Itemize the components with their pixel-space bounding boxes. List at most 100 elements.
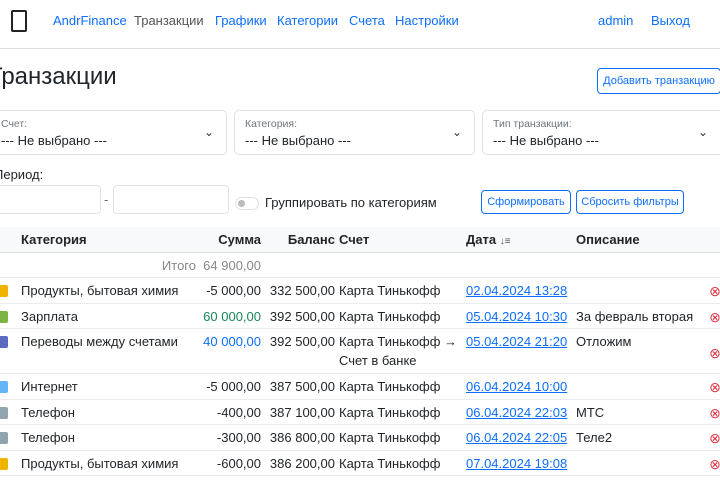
- nav-charts[interactable]: Графики: [215, 13, 267, 28]
- chevron-down-icon: ⌄: [697, 125, 708, 139]
- header-balance[interactable]: Баланс: [265, 227, 339, 253]
- cell-description: Теле2: [576, 424, 704, 451]
- cell-category: Телефон: [0, 424, 200, 451]
- delete-icon[interactable]: ⊗: [704, 303, 720, 329]
- date-link[interactable]: 06.04.2024 22:05: [466, 430, 567, 445]
- cell-account: Карта Тинькофф: [339, 399, 466, 425]
- cell-date: 05.04.2024 10:30: [466, 303, 576, 329]
- nav-user[interactable]: admin: [598, 13, 633, 28]
- group-toggle[interactable]: [235, 197, 259, 210]
- cell-sum: 40 000,00: [200, 328, 265, 374]
- page-title: Транзакции: [0, 63, 117, 90]
- date-link[interactable]: 06.04.2024 10:00: [466, 379, 567, 394]
- bread-icon: [0, 457, 8, 470]
- cell-category: Продукты, бытовая химия: [0, 277, 200, 304]
- cell-sum: -400,00: [200, 399, 265, 425]
- cell-date: 02.04.2024 13:28: [466, 277, 576, 304]
- cell-date: 06.04.2024 10:00: [466, 373, 576, 400]
- cell-category: Зарплата: [0, 303, 200, 329]
- delete-icon[interactable]: ⊗: [704, 424, 720, 451]
- period-label: Период:: [0, 167, 44, 182]
- cell-category: Телефон: [0, 399, 200, 425]
- type-select[interactable]: Тип транзакции: --- Не выбрано --- ⌄: [482, 110, 720, 155]
- header-date-label: Дата: [466, 231, 497, 247]
- sort-desc-icon: ↓≡: [499, 235, 511, 247]
- phone-icon: [0, 432, 8, 444]
- nav-transactions[interactable]: Транзакции: [134, 13, 204, 28]
- delete-icon[interactable]: ⊗: [704, 277, 720, 304]
- category-select-label: Категория:: [245, 118, 298, 130]
- category-select[interactable]: Категория: --- Не выбрано --- ⌄: [234, 110, 475, 155]
- navbar-divider: [0, 48, 720, 49]
- build-button[interactable]: Сформировать: [481, 190, 571, 214]
- table-row: Интернет -5 000,00 387 500,00 Карта Тинь…: [0, 373, 720, 400]
- category-name: Телефон: [21, 430, 75, 445]
- delete-icon[interactable]: ⊗: [704, 399, 720, 425]
- date-link[interactable]: 02.04.2024 13:28: [466, 283, 567, 298]
- category-name: Продукты, бытовая химия: [21, 455, 179, 471]
- nav-settings[interactable]: Настройки: [395, 13, 459, 28]
- period-to-input[interactable]: [113, 185, 229, 214]
- cell-sum: -5 000,00: [200, 277, 265, 304]
- cell-account: Карта Тинькофф: [339, 303, 466, 329]
- type-select-label: Тип транзакции:: [493, 118, 572, 130]
- money-icon: [0, 310, 8, 323]
- table-row: Продукты, бытовая химия -600,00 386 200,…: [0, 450, 720, 476]
- category-name: Продукты, бытовая химия: [21, 283, 179, 298]
- date-link[interactable]: 06.04.2024 22:03: [466, 405, 567, 420]
- period-separator: -: [104, 192, 109, 207]
- table-row: Телефон -400,00 387 100,00 Карта Тинькоф…: [0, 399, 720, 425]
- account-select-label: Счет:: [1, 118, 28, 130]
- cell-sum: -300,00: [200, 424, 265, 451]
- cell-account: Карта Тинькофф: [339, 373, 466, 400]
- group-toggle-label: Группировать по категориям: [265, 195, 437, 210]
- header-description[interactable]: Описание: [576, 227, 704, 253]
- cell-balance: 387 100,00: [265, 399, 339, 425]
- add-transaction-button[interactable]: Добавить транзакцию: [597, 68, 720, 94]
- cell-description: [576, 277, 704, 304]
- cell-balance: 387 500,00: [265, 373, 339, 400]
- cell-account: Карта Тинькофф: [339, 424, 466, 451]
- nav-categories[interactable]: Категории: [277, 13, 338, 28]
- header-category[interactable]: Категория: [0, 227, 200, 253]
- nav-accounts[interactable]: Счета: [349, 13, 385, 28]
- header-account[interactable]: Счет: [339, 227, 466, 253]
- reset-filters-button[interactable]: Сбросить фильтры: [576, 190, 684, 214]
- table-row: Продукты, бытовая химия -5 000,00 332 50…: [0, 277, 720, 304]
- cell-sum: 60 000,00: [200, 303, 265, 329]
- total-row: Итого 64 900,00: [0, 252, 720, 278]
- transfer-icon: [0, 336, 8, 348]
- delete-icon[interactable]: ⊗: [704, 373, 720, 400]
- cell-date: 06.04.2024 22:03: [466, 399, 576, 425]
- cell-category: Продукты, бытовая химия: [0, 450, 200, 476]
- cell-description: За февраль вторая: [576, 303, 704, 329]
- cell-date: 05.04.2024 21:20: [466, 328, 576, 374]
- cell-balance: 392 500,00: [265, 328, 339, 374]
- account-select[interactable]: Счет: --- Не выбрано --- ⌄: [0, 110, 227, 155]
- nav-logout[interactable]: Выход: [651, 13, 690, 28]
- cell-balance: 386 800,00: [265, 424, 339, 451]
- cell-description: МТС: [576, 399, 704, 425]
- category-select-value: --- Не выбрано ---: [245, 133, 351, 148]
- date-link[interactable]: 07.04.2024 19:08: [466, 456, 567, 471]
- header-actions: [704, 227, 720, 253]
- category-name: Телефон: [21, 404, 75, 420]
- period-from-input[interactable]: [0, 185, 101, 214]
- delete-icon[interactable]: ⊗: [704, 328, 720, 374]
- table-row: Зарплата 60 000,00 392 500,00 Карта Тинь…: [0, 303, 720, 329]
- cell-category: Переводы между счетами: [0, 328, 200, 374]
- date-link[interactable]: 05.04.2024 21:20: [466, 334, 567, 349]
- cell-balance: 332 500,00: [265, 277, 339, 304]
- cell-date: 06.04.2024 22:05: [466, 424, 576, 451]
- account-select-value: --- Не выбрано ---: [1, 133, 107, 148]
- category-name: Интернет: [21, 379, 78, 394]
- delete-icon[interactable]: ⊗: [704, 450, 720, 476]
- cell-description: [576, 450, 704, 476]
- brand-link[interactable]: AndrFinance: [53, 13, 127, 28]
- category-name: Переводы между счетами: [21, 334, 178, 349]
- cell-category: Интернет: [0, 373, 200, 400]
- type-select-value: --- Не выбрано ---: [493, 133, 599, 148]
- header-sum[interactable]: Сумма: [200, 227, 265, 253]
- date-link[interactable]: 05.04.2024 10:30: [466, 309, 567, 324]
- header-date[interactable]: Дата ↓≡: [466, 227, 576, 253]
